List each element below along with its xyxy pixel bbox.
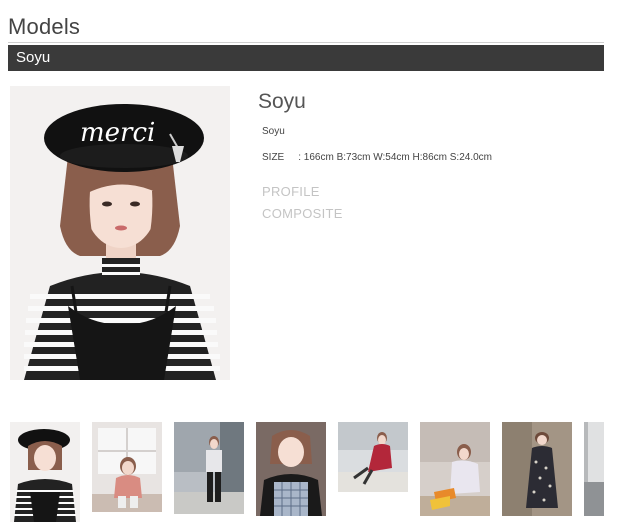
thumbnail-image	[502, 422, 572, 516]
heading-divider	[8, 42, 604, 43]
thumbnail-2[interactable]	[92, 422, 162, 512]
page-title: Models	[8, 14, 81, 39]
main-model-photo[interactable]: merci	[10, 86, 230, 380]
size-label: SIZE	[262, 152, 285, 163]
size-info: SIZE : 166cm B:73cm W:54cm H:86cm S:24.0…	[262, 152, 492, 163]
thumbnail-3[interactable]	[174, 422, 244, 514]
thumbnail-image	[10, 422, 80, 522]
thumbnail-1[interactable]	[10, 422, 80, 522]
model-subname: Soyu	[262, 126, 285, 137]
model-name-heading: Soyu	[258, 90, 306, 113]
thumbnail-image	[338, 422, 408, 492]
beret-text: merci	[80, 118, 155, 148]
thumbnail-image	[256, 422, 326, 516]
thumbnail-image	[584, 422, 604, 516]
thumbnail-image	[420, 422, 490, 516]
profile-link[interactable]: PROFILE	[262, 184, 320, 199]
thumbnail-7[interactable]	[502, 422, 572, 516]
thumbnail-6[interactable]	[420, 422, 490, 516]
composite-link[interactable]: COMPOSITE	[262, 206, 343, 221]
thumbnail-strip	[10, 422, 604, 522]
thumbnail-image	[174, 422, 244, 514]
thumbnail-8[interactable]	[584, 422, 604, 516]
thumbnail-image	[92, 422, 162, 512]
size-value: : 166cm B:73cm W:54cm H:86cm S:24.0cm	[298, 152, 493, 163]
thumbnail-4[interactable]	[256, 422, 326, 516]
model-name-bar: Soyu	[8, 45, 604, 71]
thumbnail-5[interactable]	[338, 422, 408, 492]
portrait-illustration: merci	[10, 86, 230, 380]
